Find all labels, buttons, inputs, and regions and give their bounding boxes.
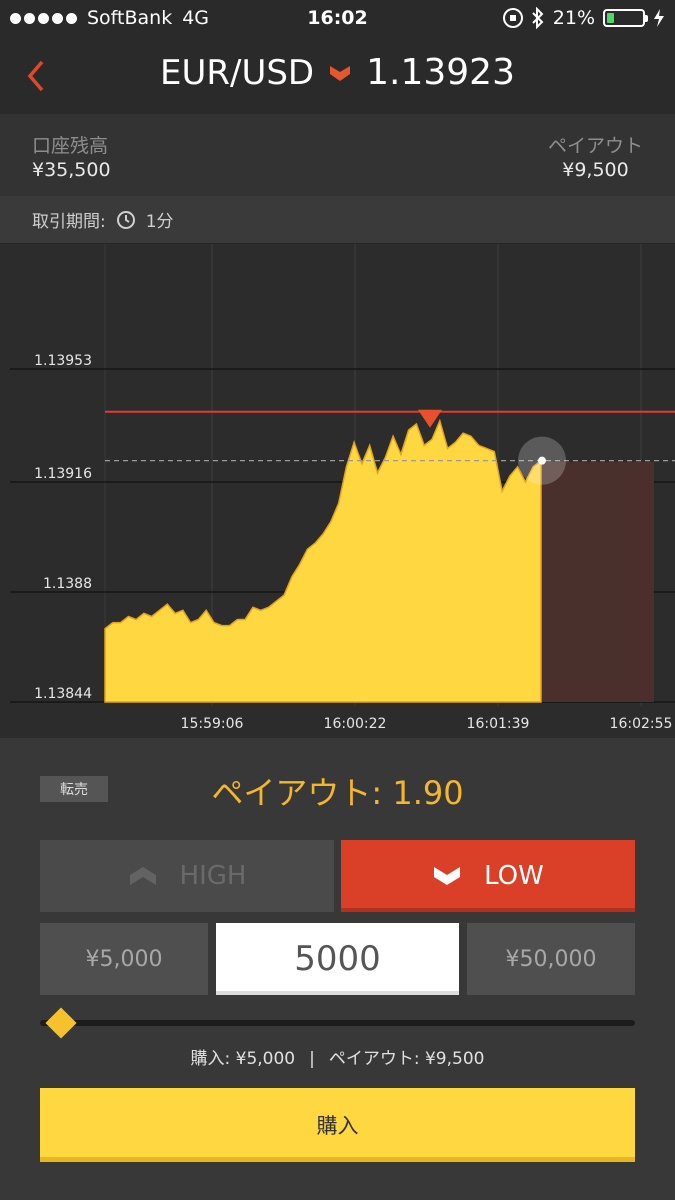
payout-rate: ペイアウト: 1.90 [211, 774, 464, 812]
period-label: 取引期間: [32, 212, 106, 232]
amount-max-button[interactable]: ¥50,000 [467, 923, 635, 995]
buy-button[interactable]: 購入 [40, 1088, 635, 1162]
x-tick-label: 16:00:22 [324, 716, 387, 732]
balance-label: 口座残高 [32, 135, 109, 157]
currency-pair: EUR/USD [160, 52, 315, 93]
payout-value: ¥9,500 [562, 159, 629, 181]
x-tick-label: 15:59:06 [181, 716, 244, 732]
status-bar: SoftBank 4G 16:02 21% [0, 0, 675, 38]
price-chart[interactable]: 1.13953 1.13916 1.1388 1.13844 15:59:06 16:00… [0, 244, 675, 738]
period-value: 1分 [145, 212, 174, 232]
trading-period: 取引期間: 1分 [0, 196, 675, 244]
battery-percent: 21% [552, 7, 595, 29]
amount-min-button[interactable]: ¥5,000 [40, 923, 208, 995]
battery-icon [603, 9, 648, 27]
price-area-series [104, 418, 542, 703]
payout-label: ペイアウト [547, 135, 643, 157]
summary-separator: | [309, 1049, 315, 1069]
low-label: LOW [484, 861, 544, 891]
bluetooth-icon [532, 7, 544, 29]
battery-fill [607, 13, 615, 23]
amount-slider-track[interactable] [40, 1020, 635, 1026]
up-chevron-icon [129, 867, 156, 885]
purchase-summary: 購入: ¥5,000 | ペイアウト: ¥9,500 [0, 1044, 675, 1069]
summary-purchase: 購入: ¥5,000 [190, 1049, 296, 1069]
balance-block: 口座残高 ¥35,500 [32, 134, 111, 182]
payout-block: ペイアウト ¥9,500 [548, 134, 643, 182]
header: EUR/USD 1.13923 [0, 38, 675, 114]
y-tick-label: 1.13953 [34, 353, 92, 369]
high-label: HIGH [179, 861, 247, 891]
amount-input[interactable] [216, 923, 459, 995]
x-tick-label: 16:02:55 [610, 716, 673, 732]
x-tick-label: 16:01:39 [467, 716, 530, 732]
low-button[interactable]: LOW [341, 840, 635, 912]
buy-label: 購入 [316, 1114, 359, 1138]
amount-slider-handle[interactable] [45, 1007, 77, 1039]
orientation-lock-icon [502, 8, 523, 28]
down-chevron-icon [434, 867, 461, 885]
y-tick-label: 1.13844 [34, 686, 92, 702]
current-rate: 1.13923 [366, 52, 515, 93]
current-point-dot [538, 456, 546, 465]
header-title: EUR/USD 1.13923 [0, 52, 675, 93]
summary-payout: ペイアウト: ¥9,500 [328, 1049, 485, 1069]
account-summary: 口座残高 ¥35,500 ペイアウト ¥9,500 [0, 114, 675, 196]
balance-value: ¥35,500 [32, 159, 111, 181]
y-tick-label: 1.1388 [43, 576, 92, 592]
status-right: 21% [502, 7, 665, 29]
y-tick-label: 1.13916 [34, 466, 92, 482]
clock-icon [116, 210, 135, 229]
chart-svg: 1.13953 1.13916 1.1388 1.13844 15:59:06 16:00… [10, 244, 675, 732]
down-chevron-icon [330, 65, 351, 81]
trade-panel: 転売 ペイアウト: 1.90 HIGH LOW ¥5,000 ¥50,000 購… [0, 738, 675, 1200]
high-button[interactable]: HIGH [40, 840, 334, 912]
charging-bolt-icon [654, 9, 664, 27]
expiry-zone [541, 462, 654, 702]
